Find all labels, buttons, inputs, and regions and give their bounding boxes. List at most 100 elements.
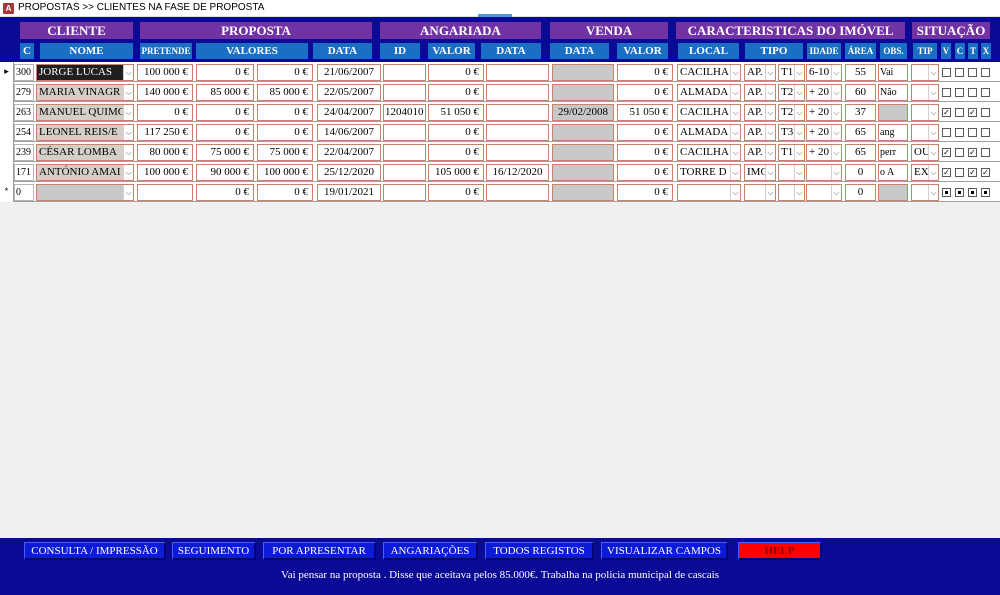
cell-tip[interactable]: ⌵ xyxy=(911,104,939,121)
cell-area[interactable]: 65 xyxy=(845,144,876,161)
cell-venda-data[interactable] xyxy=(552,84,614,101)
cell-area[interactable]: 0 xyxy=(845,164,876,181)
cell-pretende[interactable]: 0 € xyxy=(137,104,193,121)
cell-ang-data[interactable] xyxy=(486,124,549,141)
chevron-down-icon[interactable]: ⌵ xyxy=(765,145,775,160)
chevron-down-icon[interactable]: ⌵ xyxy=(928,125,938,140)
angariacoes-button[interactable]: ANGARIAÇÕES xyxy=(383,542,478,560)
chevron-down-icon[interactable]: ⌵ xyxy=(765,105,775,120)
cell-ang-valor[interactable]: 0 € xyxy=(428,144,484,161)
cell-ang-data[interactable] xyxy=(486,64,549,81)
chevron-down-icon[interactable]: ⌵ xyxy=(123,145,133,160)
checkbox-t[interactable] xyxy=(968,188,977,197)
cell-venda-valor[interactable]: 0 € xyxy=(617,164,673,181)
cell-tipo2[interactable]: T1 ⌵ xyxy=(778,144,805,161)
checkbox-v[interactable] xyxy=(942,128,951,137)
checkbox-cc[interactable] xyxy=(955,148,964,157)
cell-local[interactable]: ALMADA ⌵ xyxy=(677,124,741,141)
cell-venda-valor[interactable]: 0 € xyxy=(617,84,673,101)
cell-tipo2[interactable]: ⌵ xyxy=(778,184,805,201)
cell-ang-data[interactable] xyxy=(486,144,549,161)
checkbox-cc[interactable] xyxy=(955,108,964,117)
cell-nome[interactable]: ANTÓNIO AMAI ⌵ xyxy=(36,164,134,181)
checkbox-cc[interactable] xyxy=(955,168,964,177)
cell-tipo[interactable]: AP. ⌵ xyxy=(744,144,776,161)
cell-data[interactable]: 22/05/2007 xyxy=(317,84,381,101)
cell-nome[interactable]: ⌵ xyxy=(36,184,134,201)
cell-area[interactable]: 37 xyxy=(845,104,876,121)
checkbox-v[interactable]: ✓ xyxy=(942,148,951,157)
cell-local[interactable]: ALMADA ⌵ xyxy=(677,84,741,101)
checkbox-cc[interactable] xyxy=(955,68,964,77)
checkbox-t[interactable]: ✓ xyxy=(968,168,977,177)
cell-venda-valor[interactable]: 0 € xyxy=(617,64,673,81)
cell-tip[interactable]: ⌵ xyxy=(911,124,939,141)
chevron-down-icon[interactable]: ⌵ xyxy=(730,65,740,80)
row-selector[interactable] xyxy=(0,142,14,162)
cell-tipo2[interactable]: T2 ⌵ xyxy=(778,104,805,121)
cell-obs[interactable] xyxy=(878,184,908,201)
cell-tipo[interactable]: IMC ⌵ xyxy=(744,164,776,181)
cell-data[interactable]: 14/06/2007 xyxy=(317,124,381,141)
cell-data[interactable]: 24/04/2007 xyxy=(317,104,381,121)
checkbox-v[interactable]: ✓ xyxy=(942,168,951,177)
chevron-down-icon[interactable]: ⌵ xyxy=(928,185,938,200)
chevron-down-icon[interactable]: ⌵ xyxy=(794,185,804,200)
visualizar-campos-button[interactable]: VISUALIZAR CAMPOS xyxy=(601,542,728,560)
cell-ang-id[interactable] xyxy=(383,164,426,181)
cell-pretende[interactable]: 117 250 € xyxy=(137,124,193,141)
chevron-down-icon[interactable]: ⌵ xyxy=(123,125,133,140)
chevron-down-icon[interactable]: ⌵ xyxy=(831,145,841,160)
cell-venda-data[interactable] xyxy=(552,144,614,161)
cell-nome[interactable]: MARIA VINAGR ⌵ xyxy=(36,84,134,101)
chevron-down-icon[interactable]: ⌵ xyxy=(730,165,740,180)
cell-valor1[interactable]: 90 000 € xyxy=(196,164,254,181)
cell-local[interactable]: TORRE D ⌵ xyxy=(677,164,741,181)
cell-tip[interactable]: ⌵ xyxy=(911,84,939,101)
cell-tip[interactable]: ⌵ xyxy=(911,64,939,81)
cell-data[interactable]: 22/04/2007 xyxy=(317,144,381,161)
cell-ang-id[interactable] xyxy=(383,144,426,161)
cell-area[interactable]: 0 xyxy=(845,184,876,201)
cell-valor1[interactable]: 0 € xyxy=(196,64,254,81)
cell-pretende[interactable]: 140 000 € xyxy=(137,84,193,101)
checkbox-x[interactable]: ✓ xyxy=(981,168,990,177)
cell-venda-data[interactable] xyxy=(552,184,614,201)
cell-tipo2[interactable]: T1 ⌵ xyxy=(778,64,805,81)
cell-nome[interactable]: CÉSAR LOMBA ⌵ xyxy=(36,144,134,161)
checkbox-x[interactable] xyxy=(981,108,990,117)
cell-ang-valor[interactable]: 51 050 € xyxy=(428,104,484,121)
cell-ang-id[interactable] xyxy=(383,184,426,201)
cell-pretende[interactable]: 100 000 € xyxy=(137,164,193,181)
checkbox-t[interactable]: ✓ xyxy=(968,148,977,157)
cell-obs[interactable]: perr xyxy=(878,144,908,161)
chevron-down-icon[interactable]: ⌵ xyxy=(831,125,841,140)
chevron-down-icon[interactable]: ⌵ xyxy=(794,145,804,160)
cell-ang-id[interactable] xyxy=(383,64,426,81)
chevron-down-icon[interactable]: ⌵ xyxy=(928,85,938,100)
checkbox-x[interactable] xyxy=(981,68,990,77)
cell-valor2[interactable]: 0 € xyxy=(257,104,313,121)
cell-pretende[interactable]: 80 000 € xyxy=(137,144,193,161)
checkbox-v[interactable]: ✓ xyxy=(942,108,951,117)
cell-idade[interactable]: 6-10 ⌵ xyxy=(806,64,842,81)
cell-valor1[interactable]: 0 € xyxy=(196,104,254,121)
cell-tipo2[interactable]: ⌵ xyxy=(778,164,805,181)
cell-nome[interactable]: LEONEL REIS/E ⌵ xyxy=(36,124,134,141)
cell-idade[interactable]: + 20 ⌵ xyxy=(806,124,842,141)
consulta-impressao-button[interactable]: CONSULTA / IMPRESSÃO xyxy=(24,542,166,560)
row-selector[interactable]: * xyxy=(0,182,14,202)
chevron-down-icon[interactable]: ⌵ xyxy=(794,85,804,100)
cell-ang-data[interactable]: 16/12/2020 xyxy=(486,164,549,181)
cell-local[interactable]: CACILHA ⌵ xyxy=(677,104,741,121)
cell-idade[interactable]: + 20 ⌵ xyxy=(806,104,842,121)
chevron-down-icon[interactable]: ⌵ xyxy=(765,125,775,140)
checkbox-x[interactable] xyxy=(981,88,990,97)
por-apresentar-button[interactable]: POR APRESENTAR xyxy=(263,542,376,560)
chevron-down-icon[interactable]: ⌵ xyxy=(831,105,841,120)
cell-ang-data[interactable] xyxy=(486,184,549,201)
cell-tip[interactable]: OU ⌵ xyxy=(911,144,939,161)
cell-ang-valor[interactable]: 0 € xyxy=(428,84,484,101)
chevron-down-icon[interactable]: ⌵ xyxy=(831,185,841,200)
chevron-down-icon[interactable]: ⌵ xyxy=(831,165,841,180)
